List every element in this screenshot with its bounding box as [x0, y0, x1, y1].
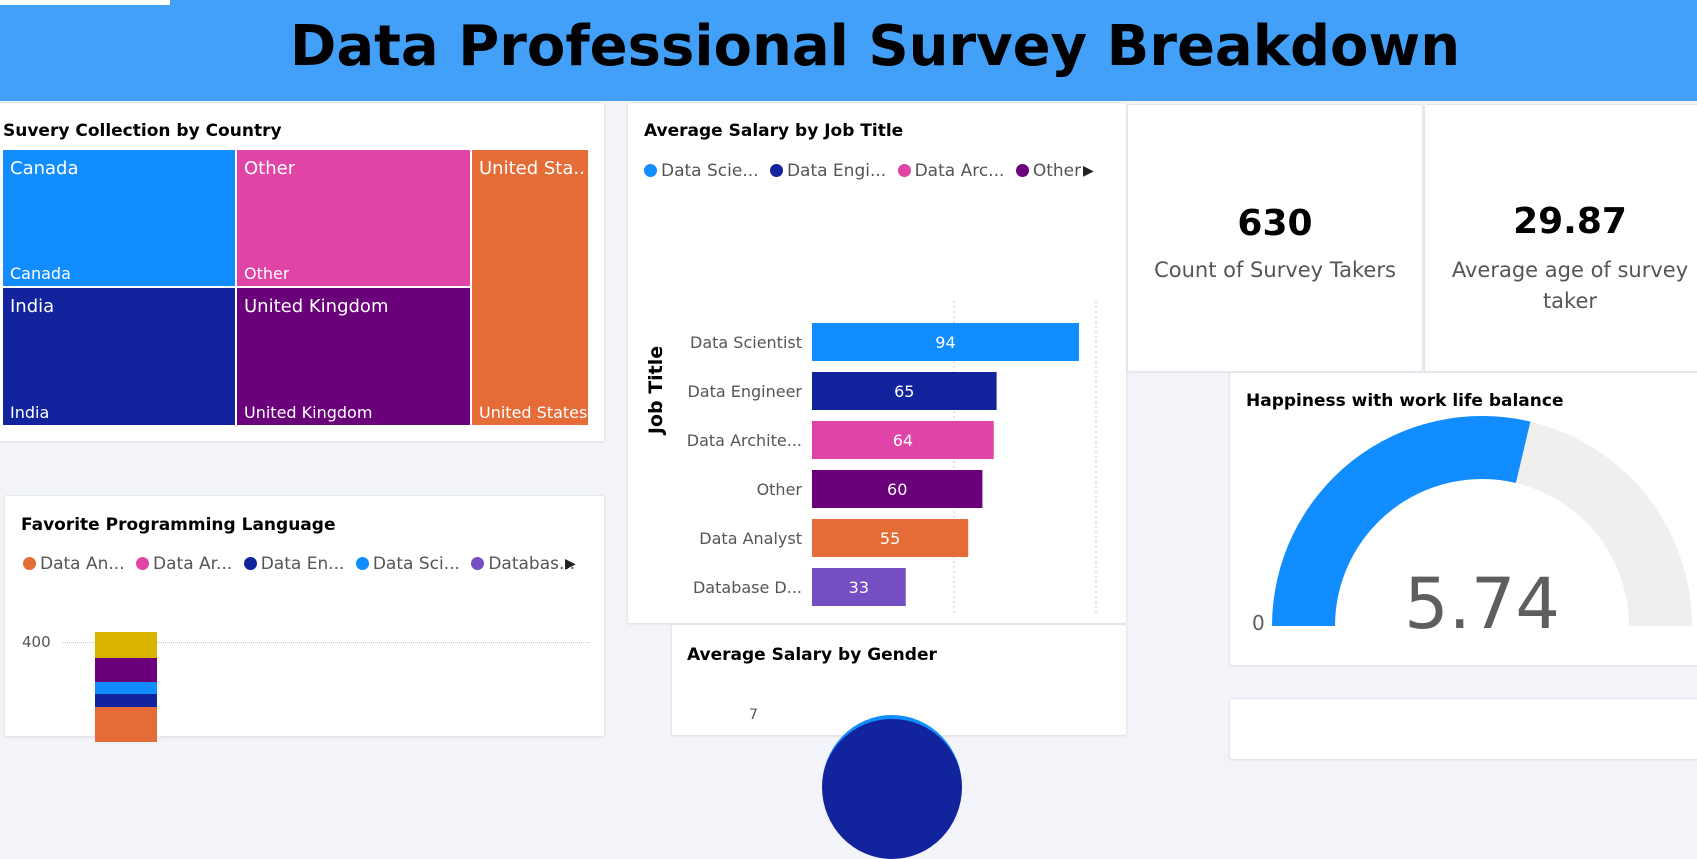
salary-job-card[interactable]: Average Salary by Job Title Data Scie...…: [627, 102, 1127, 624]
treemap-label: India: [10, 296, 55, 317]
category-label: Other: [757, 480, 803, 499]
legend-dot-icon: [136, 557, 150, 570]
kpi-age-card[interactable]: 29.87 Average age of survey taker: [1424, 104, 1697, 372]
salary-bar-chart: Job Title 94656460553327 Data ScientistD…: [645, 301, 1097, 613]
legend-label: Data Arc...: [914, 161, 1005, 181]
bar-value-label: 60: [887, 480, 907, 499]
treemap-label: Canada: [10, 158, 79, 179]
legend-label: Other: [1032, 161, 1082, 181]
gauge-card[interactable]: Happiness with work life balance 5.74 0: [1229, 372, 1697, 666]
bar-segment: [95, 707, 157, 742]
bar-value-label: 64: [893, 431, 913, 450]
bar-segment: [95, 682, 157, 694]
legend-label: Data Ar...: [153, 554, 233, 574]
treemap-cell-united-kingdom[interactable]: United Kingdom United Kingdom: [236, 287, 471, 426]
treemap-label: United Kingdom: [244, 296, 389, 317]
category-label: Database D...: [693, 578, 802, 597]
legend-label: Data Scie...: [661, 161, 759, 181]
bar-segment: [95, 632, 157, 658]
legend-item[interactable]: Databas...: [471, 554, 575, 574]
legend-next-arrow-icon[interactable]: ▶: [1083, 163, 1094, 179]
legend-dot-icon: [769, 164, 783, 177]
treemap-value-label: United States: [479, 403, 588, 422]
treemap-value-label: Other: [244, 264, 290, 283]
legend-dot-icon: [471, 557, 485, 570]
language-title: Favorite Programming Language: [21, 515, 336, 535]
partial-card[interactable]: [1229, 698, 1697, 760]
treemap-value-label: Canada: [10, 264, 71, 283]
treemap: Canada Canada Other Other United Sta... …: [2, 149, 589, 426]
salary-gender-card[interactable]: Average Salary by Gender 7: [671, 624, 1127, 859]
kpi-count-label: Count of Survey Takers: [1154, 258, 1396, 282]
page-title: Data Professional Survey Breakdown: [289, 14, 1461, 79]
kpi-age-value: 29.87: [1513, 201, 1627, 242]
legend-dot-icon: [644, 164, 657, 177]
legend-label: Data Engi...: [786, 161, 887, 181]
bar-segment: [95, 694, 157, 707]
pie-slice[interactable]: [822, 715, 962, 859]
legend-dot-icon: [23, 557, 36, 570]
partial-tick-label: 7: [749, 707, 758, 723]
treemap-label: United Sta...: [479, 158, 584, 179]
bar-value-label: 55: [880, 529, 900, 548]
salary-job-title: Average Salary by Job Title: [644, 121, 904, 141]
gauge-chart: 5.74 0: [1252, 416, 1692, 645]
gauge-min-label: 0: [1252, 611, 1265, 635]
legend-label: Databas...: [488, 554, 576, 574]
treemap-value-label: United Kingdom: [244, 403, 373, 422]
legend-next-arrow-icon[interactable]: ▶: [565, 556, 576, 572]
language-card[interactable]: Favorite Programming Language Data An...…: [4, 495, 605, 742]
legend-item[interactable]: Data En...: [243, 554, 345, 574]
category-label: Data Archite...: [687, 431, 802, 450]
legend-dot-icon: [355, 557, 369, 570]
category-label: Data Engineer: [687, 382, 802, 401]
legend-item[interactable]: Other: [1015, 161, 1082, 181]
treemap-cell-other[interactable]: Other Other: [236, 149, 471, 287]
kpi-age-label: Average age of survey taker: [1451, 258, 1689, 313]
stacked-bar[interactable]: [95, 632, 157, 742]
legend-item[interactable]: Data Scie...: [644, 161, 759, 181]
bar-value-label: 65: [894, 382, 914, 401]
salary-job-legend: Data Scie... Data Engi... Data Arc... Ot…: [644, 161, 1087, 181]
legend-item[interactable]: Data An...: [23, 554, 125, 574]
bar-segment: [95, 658, 157, 682]
legend-dot-icon: [1015, 164, 1029, 177]
treemap-label: Other: [244, 158, 296, 179]
legend-dot-icon: [243, 557, 257, 570]
legend-label: Data An...: [40, 554, 125, 574]
legend-label: Data En...: [260, 554, 345, 574]
y-axis-title: Job Title: [645, 346, 667, 436]
treemap-card[interactable]: Suvery Collection by Country Canada Cana…: [0, 102, 605, 442]
legend-item[interactable]: Data Ar...: [136, 554, 232, 574]
treemap-cell-canada[interactable]: Canada Canada: [2, 149, 236, 287]
category-label: Data Scientist: [690, 333, 802, 352]
gauge-value: 5.74: [1404, 563, 1560, 645]
header-tab[interactable]: [0, 0, 170, 5]
category-label: Data Analyst: [699, 529, 802, 548]
bar-value-label: 94: [935, 333, 955, 352]
kpi-count-value: 630: [1237, 203, 1313, 244]
legend-item[interactable]: Data Engi...: [769, 161, 887, 181]
bar-value-label: 33: [849, 578, 869, 597]
legend-item[interactable]: Data Arc...: [897, 161, 1005, 181]
salary-gender-title: Average Salary by Gender: [687, 645, 937, 665]
treemap-cell-india[interactable]: India India: [2, 287, 236, 426]
legend-item[interactable]: Data Sci...: [355, 554, 460, 574]
dashboard-header: Data Professional Survey Breakdown: [0, 0, 1697, 101]
treemap-value-label: India: [10, 403, 50, 422]
y-tick-label: 400: [22, 633, 51, 651]
treemap-cell-united-states[interactable]: United Sta... United States: [471, 149, 589, 426]
legend-dot-icon: [897, 164, 911, 177]
legend-label: Data Sci...: [372, 554, 460, 574]
gauge-title: Happiness with work life balance: [1246, 391, 1564, 411]
treemap-title: Suvery Collection by Country: [3, 121, 282, 141]
kpi-count-card[interactable]: 630 Count of Survey Takers: [1127, 104, 1423, 372]
language-legend: Data An... Data Ar... Data En... Data Sc…: [23, 554, 581, 574]
